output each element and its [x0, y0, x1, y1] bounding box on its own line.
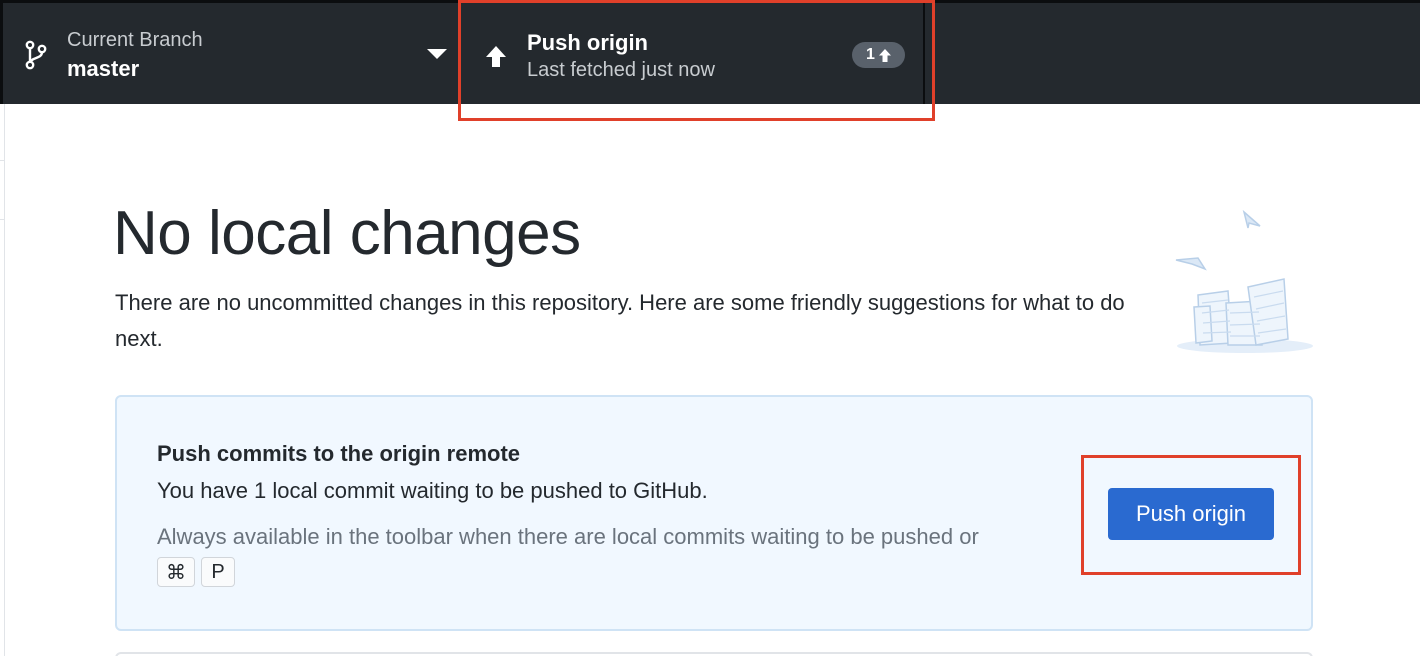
next-suggestion-card [115, 652, 1313, 656]
p-key: P [201, 557, 235, 587]
card-title: Push commits to the origin remote [157, 441, 521, 466]
page-title: No local changes [113, 199, 581, 268]
current-branch-name: master [67, 56, 140, 81]
chevron-down-icon [427, 49, 447, 59]
page-description: There are no uncommitted changes in this… [115, 290, 1125, 351]
empty-state-illustration [1175, 209, 1313, 353]
current-branch-dropdown[interactable]: Current Branch master [6, 3, 462, 104]
card-description: You have 1 local commit waiting to be pu… [157, 478, 708, 503]
command-key: ⌘ [157, 557, 195, 587]
sidebar-edge-divider [0, 160, 5, 220]
keyboard-shortcut: ⌘ P [157, 557, 235, 587]
current-branch-label: Current Branch [67, 29, 203, 51]
annotation-highlight-toolbar [458, 0, 935, 121]
annotation-highlight-button [1081, 455, 1301, 575]
git-branch-icon [25, 40, 47, 70]
card-hint: Always available in the toolbar when the… [157, 524, 979, 549]
